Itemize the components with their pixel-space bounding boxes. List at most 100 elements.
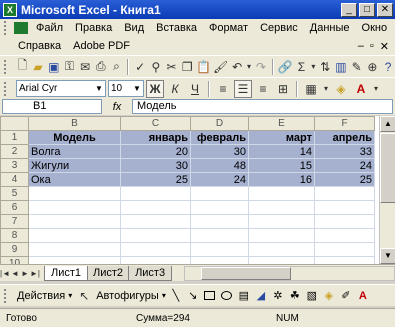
cell[interactable] — [190, 186, 249, 201]
cell[interactable] — [248, 242, 315, 257]
menu-data[interactable]: Данные — [304, 22, 356, 34]
menu-edit[interactable]: Правка — [69, 22, 118, 34]
line-icon[interactable]: ╲ — [169, 289, 183, 303]
row-header[interactable]: 7 — [0, 214, 29, 229]
cell[interactable] — [248, 186, 315, 201]
font-name-select[interactable]: Arial Cyr ▼ — [16, 80, 106, 97]
borders-icon[interactable]: ▦ — [302, 80, 320, 98]
toolbar-grip[interactable] — [4, 59, 8, 74]
row-header[interactable]: 3 — [0, 158, 29, 173]
menu-view[interactable]: Вид — [118, 22, 150, 34]
font-size-select[interactable]: 10 ▼ — [108, 80, 144, 97]
oval-icon[interactable] — [220, 289, 234, 303]
cell-b3[interactable]: Жигули — [28, 158, 121, 173]
diagram-icon[interactable]: ✲ — [271, 289, 285, 303]
column-header-f[interactable]: F — [314, 116, 375, 131]
draw-actions-menu[interactable]: Действия — [17, 290, 65, 302]
cell-b4[interactable]: Ока — [28, 172, 121, 187]
email-icon[interactable]: ✉ — [78, 58, 92, 76]
merge-center-icon[interactable]: ⊞ — [274, 80, 292, 98]
row-header[interactable]: 8 — [0, 228, 29, 243]
drawing-icon[interactable]: ✎ — [350, 58, 364, 76]
formula-input[interactable]: Модель — [132, 99, 393, 114]
column-header-e[interactable]: E — [248, 116, 315, 131]
cell-e3[interactable]: 15 — [248, 158, 315, 173]
doc-restore-icon[interactable]: ▫ — [370, 40, 374, 52]
menu-adobe-pdf[interactable]: Adobe PDF — [67, 40, 136, 52]
toolbar-grip[interactable] — [4, 21, 8, 35]
autoshapes-menu[interactable]: Автофигуры — [96, 290, 159, 302]
cell-c1[interactable]: январь — [120, 130, 191, 145]
chevron-down-icon[interactable]: ▼ — [131, 84, 143, 93]
cell[interactable] — [248, 200, 315, 215]
toolbar-grip[interactable] — [4, 81, 8, 96]
cell[interactable] — [28, 200, 121, 215]
worksheet-grid[interactable]: B C D E F 1 Модель январь февраль март а… — [0, 116, 379, 264]
open-icon[interactable]: ▰ — [31, 58, 45, 76]
fill-color-icon[interactable]: ◈ — [322, 289, 336, 303]
zoom-icon[interactable]: ⊕ — [366, 58, 380, 76]
cell-c3[interactable]: 30 — [120, 158, 191, 173]
save-icon[interactable]: ▣ — [47, 58, 61, 76]
rectangle-icon[interactable] — [203, 289, 217, 303]
vertical-scrollbar[interactable]: ▲ ▼ — [379, 116, 395, 264]
menu-tools[interactable]: Сервис — [254, 22, 304, 34]
row-header[interactable]: 6 — [0, 200, 29, 215]
cell[interactable] — [120, 214, 191, 229]
cell[interactable] — [248, 228, 315, 243]
align-left-icon[interactable]: ≡ — [214, 80, 232, 98]
minimize-button[interactable]: _ — [341, 2, 357, 17]
cell[interactable] — [120, 256, 191, 264]
cell[interactable] — [314, 200, 375, 215]
cell[interactable] — [28, 186, 121, 201]
cell-e2[interactable]: 14 — [248, 144, 315, 159]
maximize-button[interactable]: □ — [359, 2, 375, 17]
row-header[interactable]: 4 — [0, 172, 29, 187]
line-color-icon[interactable]: ✐ — [339, 289, 353, 303]
select-all-corner[interactable] — [0, 116, 29, 131]
cell[interactable] — [314, 214, 375, 229]
cell[interactable] — [28, 214, 121, 229]
bold-button[interactable]: Ж — [146, 79, 164, 98]
cell[interactable] — [190, 200, 249, 215]
menu-insert[interactable]: Вставка — [150, 22, 203, 34]
cell-b1[interactable]: Модель — [28, 130, 121, 145]
clipart-icon[interactable]: ☘ — [288, 289, 302, 303]
chevron-down-icon[interactable]: ▼ — [93, 84, 105, 93]
row-header[interactable]: 2 — [0, 144, 29, 159]
toolbar-grip[interactable] — [4, 288, 8, 303]
tab-sheet2[interactable]: Лист2 — [86, 265, 131, 281]
name-box[interactable]: B1 — [2, 99, 102, 114]
redo-icon[interactable]: ↷ — [254, 58, 268, 76]
paste-icon[interactable]: 📋 — [196, 58, 211, 76]
cell[interactable] — [190, 228, 249, 243]
cell-c4[interactable]: 25 — [120, 172, 191, 187]
cell-d4[interactable]: 24 — [190, 172, 249, 187]
workbook-icon[interactable] — [14, 22, 28, 34]
menu-file[interactable]: Файл — [30, 22, 69, 34]
cell-d3[interactable]: 48 — [190, 158, 249, 173]
print-icon[interactable]: ⎙ — [94, 58, 108, 76]
format-painter-icon[interactable]: 🖌 — [213, 58, 228, 76]
cell[interactable] — [120, 242, 191, 257]
prev-sheet-icon[interactable]: ◄ — [10, 269, 20, 278]
new-icon[interactable]: 🗋 — [16, 58, 30, 76]
tab-sheet1[interactable]: Лист1 — [44, 265, 89, 281]
row-header[interactable]: 5 — [0, 186, 29, 201]
column-header-c[interactable]: C — [120, 116, 191, 131]
cell[interactable] — [314, 186, 375, 201]
menu-format[interactable]: Формат — [203, 22, 254, 34]
vertical-scroll-thumb[interactable] — [380, 133, 395, 203]
horizontal-scrollbar[interactable] — [184, 265, 395, 281]
cell-b2[interactable]: Волга — [28, 144, 121, 159]
copy-icon[interactable]: ❐ — [180, 58, 194, 76]
cell-d2[interactable]: 30 — [190, 144, 249, 159]
cell-f4[interactable]: 25 — [314, 172, 375, 187]
horizontal-scroll-thumb[interactable] — [201, 266, 292, 280]
cell-d1[interactable]: февраль — [190, 130, 249, 145]
row-header[interactable]: 1 — [0, 130, 29, 145]
font-color-icon[interactable]: A — [352, 80, 370, 98]
cell[interactable] — [28, 256, 121, 264]
fx-icon[interactable]: fx — [102, 101, 132, 113]
undo-dropdown-icon[interactable]: ▾ — [246, 58, 252, 76]
